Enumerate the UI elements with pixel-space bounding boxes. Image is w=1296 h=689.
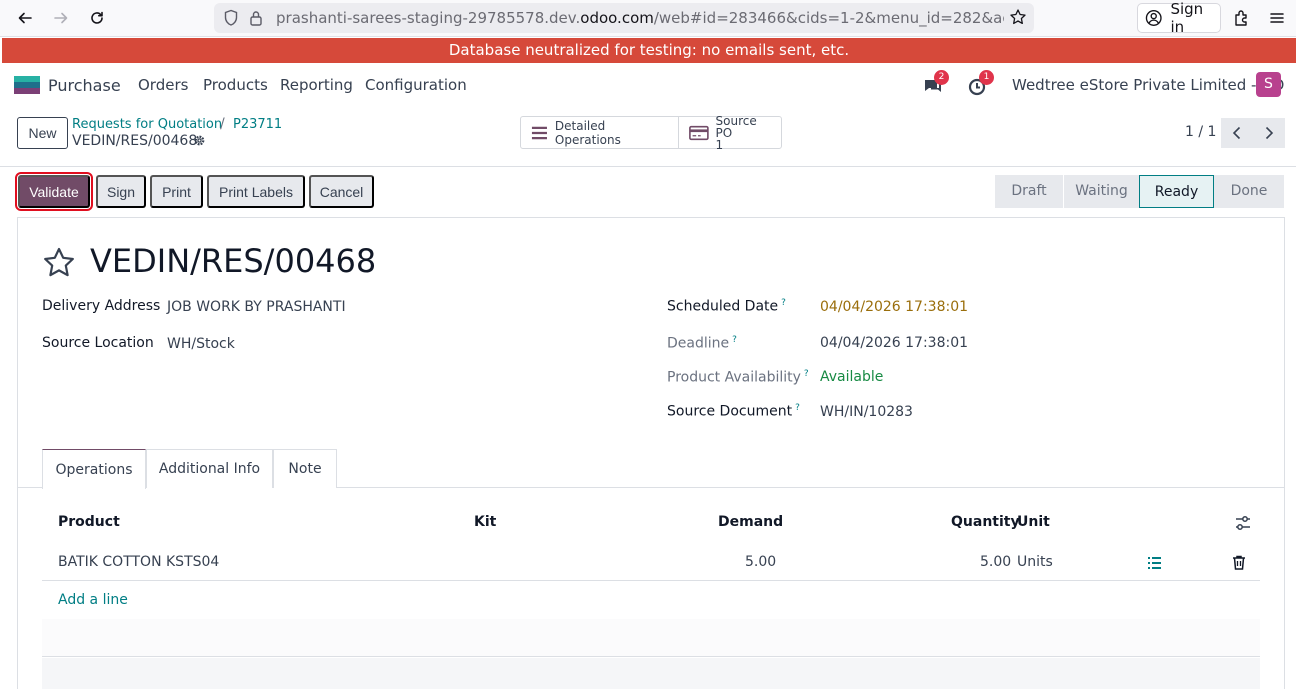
menu-icon[interactable] xyxy=(1265,6,1289,30)
breadcrumb-po[interactable]: P23711 xyxy=(233,117,282,132)
messages-badge: 2 xyxy=(934,70,949,85)
row-unit[interactable]: Units xyxy=(1017,554,1053,570)
back-icon[interactable] xyxy=(13,6,37,30)
record-title: VEDIN/RES/00468 xyxy=(90,242,377,280)
help-icon[interactable]: ? xyxy=(781,298,786,308)
column-settings-icon[interactable] xyxy=(1235,515,1251,531)
add-a-line-link[interactable]: Add a line xyxy=(58,592,128,608)
help-icon[interactable]: ? xyxy=(795,403,800,413)
control-panel: New Requests for Quotation / P23711 VEDI… xyxy=(0,107,1296,167)
messages-button[interactable]: 2 xyxy=(922,70,949,97)
delivery-address-label: Delivery Address xyxy=(42,298,161,314)
app-name[interactable]: Purchase xyxy=(48,76,121,95)
lock-icon[interactable] xyxy=(249,9,263,27)
delete-icon[interactable] xyxy=(1232,555,1246,570)
purchase-app-icon[interactable] xyxy=(14,76,40,94)
source-document-value[interactable]: WH/IN/10283 xyxy=(820,404,913,420)
breadcrumb-rfq[interactable]: Requests for Quotation xyxy=(72,117,222,132)
scheduled-date-value[interactable]: 04/04/2026 17:38:01 xyxy=(820,299,968,315)
menu-configuration[interactable]: Configuration xyxy=(365,76,467,94)
signin-label: Sign in xyxy=(1170,0,1204,36)
list-icon xyxy=(531,126,547,139)
status-bar: Draft Waiting Ready Done xyxy=(995,175,1284,208)
bookmark-star-icon[interactable] xyxy=(1009,8,1027,26)
detailed-operations-label: Detailed Operations xyxy=(554,118,621,147)
reload-icon[interactable] xyxy=(85,6,109,30)
print-labels-button[interactable]: Print Labels xyxy=(207,175,305,208)
column-product[interactable]: Product xyxy=(58,514,120,530)
pager-previous-button[interactable] xyxy=(1221,118,1253,148)
source-po-button[interactable]: Source PO 1 xyxy=(677,113,781,152)
shield-icon[interactable] xyxy=(223,9,239,27)
print-button[interactable]: Print xyxy=(150,175,203,208)
source-location-value[interactable]: WH/Stock xyxy=(167,336,235,352)
activities-badge: 1 xyxy=(979,70,994,85)
new-button[interactable]: New xyxy=(17,117,68,149)
neutralized-banner: Database neutralized for testing: no ema… xyxy=(2,38,1296,63)
user-avatar[interactable]: S xyxy=(1256,72,1281,97)
scheduled-date-label: Scheduled Date? xyxy=(667,298,786,315)
signin-button[interactable]: Sign in xyxy=(1137,0,1221,36)
availability-label: Product Availability? xyxy=(667,369,809,386)
help-icon[interactable]: ? xyxy=(804,369,809,379)
notebook-tabs: Operations Additional Info Note xyxy=(18,449,1284,489)
address-bar[interactable]: prashanti-sarees-staging-29785578.dev.od… xyxy=(214,3,1034,33)
validate-button[interactable]: Validate xyxy=(15,172,93,211)
status-ready[interactable]: Ready xyxy=(1139,175,1213,208)
row-demand[interactable]: 5.00 xyxy=(745,554,776,570)
smart-buttons: Detailed Operations Source PO 1 xyxy=(520,113,782,152)
pager-value[interactable]: 1 / 1 xyxy=(1185,124,1216,140)
menu-products[interactable]: Products xyxy=(203,76,268,94)
availability-value: Available xyxy=(820,369,884,385)
form-sheet: VEDIN/RES/00468 Delivery Address JOB WOR… xyxy=(17,217,1285,689)
record-name: VEDIN/RES/00468 xyxy=(72,133,198,149)
delivery-address-value[interactable]: JOB WORK BY PRASHANTI xyxy=(167,299,346,315)
menu-orders[interactable]: Orders xyxy=(138,76,188,94)
table-footer xyxy=(42,619,1260,657)
source-location-label: Source Location xyxy=(42,335,154,351)
tab-note[interactable]: Note xyxy=(273,449,337,488)
company-switcher[interactable]: Wedtree eStore Private Limited - HO xyxy=(1012,76,1284,94)
column-quantity[interactable]: Quantity xyxy=(951,514,1020,530)
tab-additional-info[interactable]: Additional Info xyxy=(146,449,273,488)
chevron-right-icon xyxy=(1265,126,1274,140)
source-po-label: Source PO xyxy=(715,113,757,140)
forward-icon[interactable] xyxy=(49,6,73,30)
status-waiting[interactable]: Waiting xyxy=(1063,175,1139,208)
account-icon xyxy=(1145,10,1162,26)
row-divider xyxy=(42,580,1260,581)
breadcrumb-separator: / xyxy=(220,116,225,132)
row-quantity[interactable]: 5.00 xyxy=(980,554,1011,570)
column-kit[interactable]: Kit xyxy=(474,514,496,530)
chevron-left-icon xyxy=(1232,126,1241,140)
tab-operations[interactable]: Operations xyxy=(42,449,146,489)
source-po-count: 1 xyxy=(715,137,724,152)
table-summary xyxy=(42,658,1260,689)
status-draft[interactable]: Draft xyxy=(995,175,1063,208)
detailed-operations-button[interactable]: Detailed Operations xyxy=(521,117,678,148)
deadline-value: 04/04/2026 17:38:01 xyxy=(820,335,969,351)
main-navbar: Purchase Orders Products Reporting Confi… xyxy=(0,63,1296,107)
deadline-label: Deadline? xyxy=(667,335,737,352)
status-done[interactable]: Done xyxy=(1213,175,1284,208)
cancel-button[interactable]: Cancel xyxy=(309,175,374,208)
activities-button[interactable]: 1 xyxy=(967,70,994,97)
menu-reporting[interactable]: Reporting xyxy=(280,76,353,94)
details-list-icon[interactable] xyxy=(1147,556,1162,570)
row-product[interactable]: BATIK COTTON KSTS04 xyxy=(58,554,219,570)
source-document-label: Source Document? xyxy=(667,403,800,420)
url-text: prashanti-sarees-staging-29785578.dev.od… xyxy=(276,9,1004,27)
browser-toolbar: prashanti-sarees-staging-29785578.dev.od… xyxy=(0,0,1296,37)
credit-card-icon xyxy=(688,125,709,140)
gear-icon[interactable] xyxy=(193,134,206,147)
help-icon[interactable]: ? xyxy=(732,335,737,345)
sign-button[interactable]: Sign xyxy=(96,175,146,208)
pager-next-button[interactable] xyxy=(1253,118,1285,148)
column-unit[interactable]: Unit xyxy=(1017,514,1050,530)
column-demand[interactable]: Demand xyxy=(718,514,783,530)
extensions-icon[interactable] xyxy=(1230,6,1254,30)
favorite-star-icon[interactable] xyxy=(42,246,76,278)
